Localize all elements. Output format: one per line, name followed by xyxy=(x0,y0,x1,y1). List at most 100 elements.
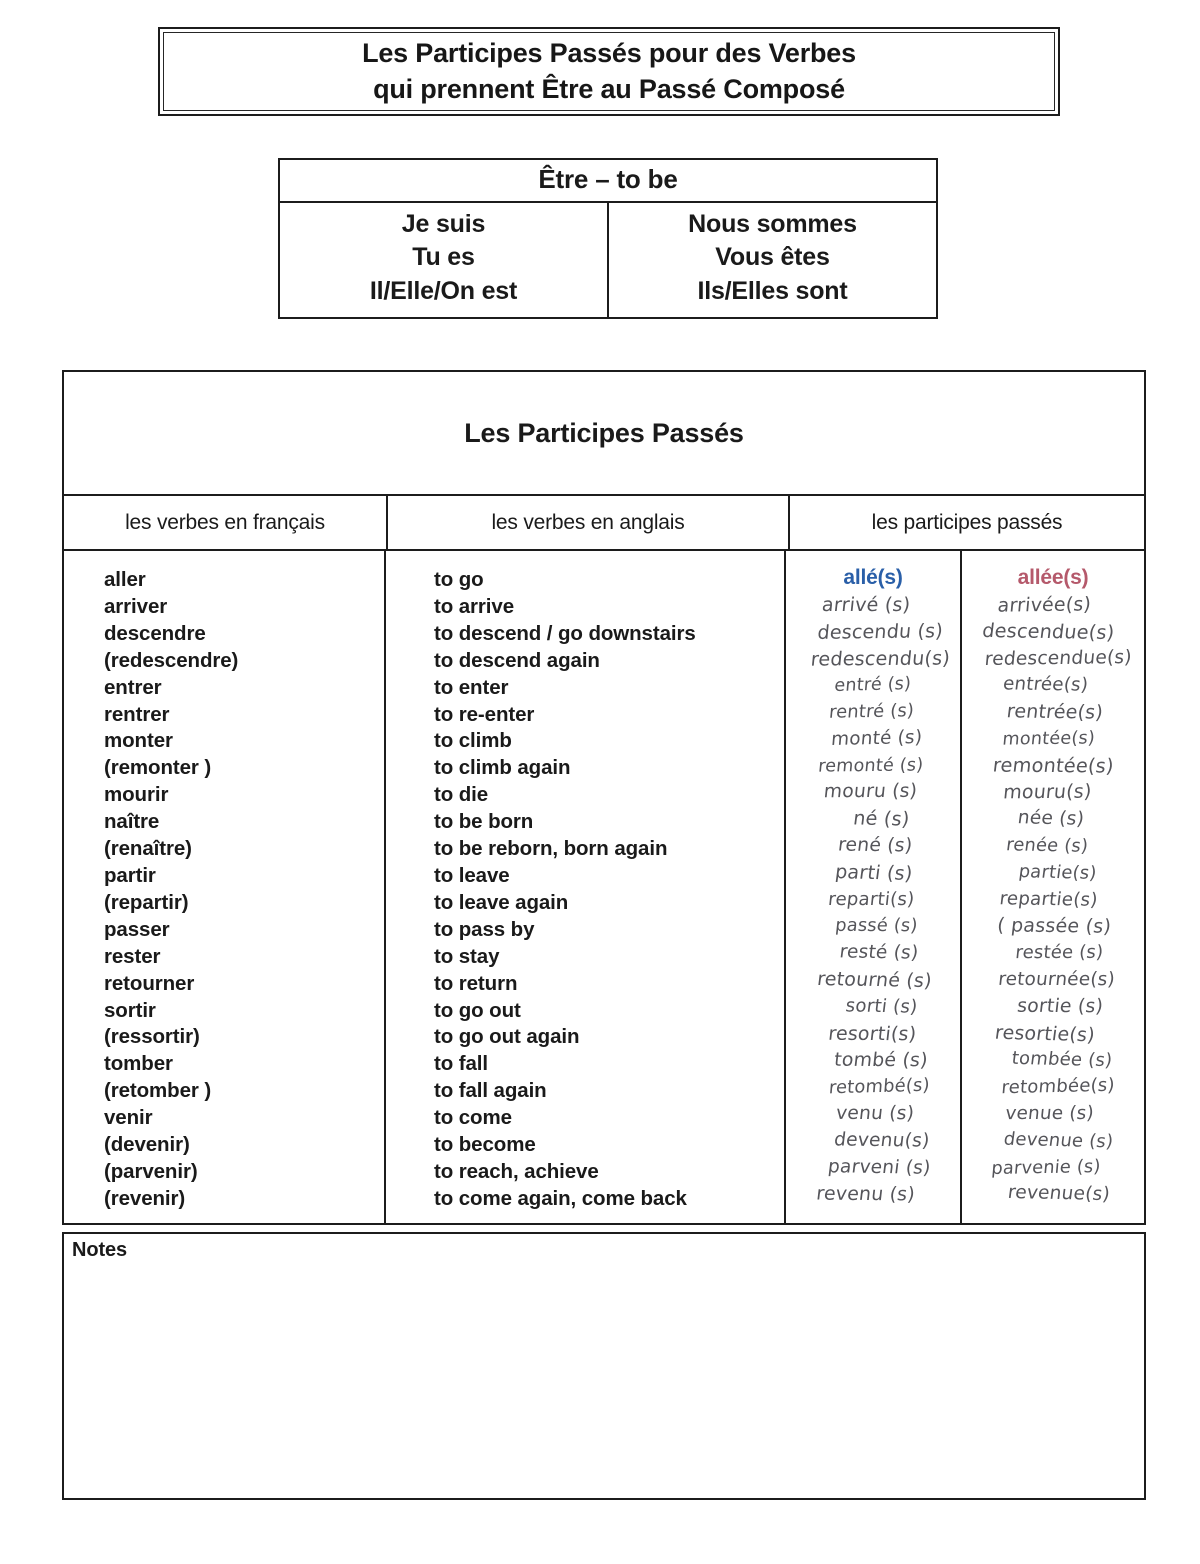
french-verb: monter xyxy=(104,729,173,753)
feminine-participle: parvenie (s) xyxy=(990,1156,1102,1179)
english-verb: to go xyxy=(434,568,484,591)
french-verb: (revenir) xyxy=(104,1186,186,1210)
etre-table-body: Je suis Tu es Il/Elle/On est Nous sommes… xyxy=(280,203,936,317)
feminine-participle: devenue (s) xyxy=(1002,1128,1115,1153)
masculine-participle: entré (s) xyxy=(833,674,912,697)
etre-conjugation-row: Tu es xyxy=(412,243,475,272)
participles-table-title: Les Participes Passés xyxy=(464,417,744,448)
feminine-participle: descendue(s) xyxy=(980,618,1116,644)
etre-conjugation-row: Vous êtes xyxy=(715,243,830,272)
notes-box[interactable]: Notes xyxy=(62,1232,1146,1500)
feminine-participles-column: allée(s) arrivée(s) descendue(s) redescend… xyxy=(962,551,1144,1223)
english-verb: to leave again xyxy=(434,890,569,914)
etre-conjugation-table: Être – to be Je suis Tu es Il/Elle/On es… xyxy=(278,158,938,319)
masculine-participle: descendu (s) xyxy=(816,619,945,644)
english-verb: to be born xyxy=(434,810,534,834)
feminine-participle: entrée(s) xyxy=(1001,673,1089,696)
masculine-participle: reparti(s) xyxy=(827,888,916,910)
french-verb: partir xyxy=(104,863,156,887)
masculine-participle: arrivé (s) xyxy=(820,593,912,616)
worksheet-title-box: Les Participes Passés pour des Verbes qu… xyxy=(158,27,1060,116)
french-verb: (renaître) xyxy=(104,837,192,861)
english-verb: to come xyxy=(434,1106,512,1130)
etre-conjugation-row: Nous sommes xyxy=(688,210,857,238)
french-verb: passer xyxy=(104,917,170,941)
english-verb: to become xyxy=(434,1133,536,1157)
english-verb: to pass by xyxy=(434,917,535,941)
feminine-participle: revenue(s) xyxy=(1006,1182,1112,1206)
feminine-participle: repartie(s) xyxy=(998,887,1099,911)
french-verb: (devenir) xyxy=(104,1133,190,1157)
french-verb: (ressortir) xyxy=(104,1025,200,1049)
feminine-participle: mouru(s) xyxy=(1002,781,1093,804)
masculine-participle: monté (s) xyxy=(829,726,923,750)
feminine-participle: retombée(s) xyxy=(1000,1075,1116,1099)
masculine-participle: mouru (s) xyxy=(823,781,919,803)
french-verb: entrer xyxy=(104,675,162,699)
etre-plural-column: Nous sommes Vous êtes Ils/Elles sont xyxy=(609,203,936,317)
masculine-participle: passé (s) xyxy=(834,915,919,937)
etre-conjugation-row: Ils/Elles sont xyxy=(697,276,848,305)
french-verb: venir xyxy=(104,1106,153,1130)
etre-table-heading: Être – to be xyxy=(280,160,936,203)
english-verb: to reach, achieve xyxy=(434,1159,599,1183)
french-verb: aller xyxy=(104,568,146,591)
french-verb: (remonter ) xyxy=(104,756,212,780)
masculine-participle: sorti (s) xyxy=(844,995,919,1018)
participles-table-body: aller arriver descendre (redescendre) entrer… xyxy=(64,551,1144,1223)
masculine-participle: venu (s) xyxy=(835,1102,916,1125)
french-verb: mourir xyxy=(104,783,169,807)
french-verb: arriver xyxy=(104,594,168,618)
column-header-french: les verbes en français xyxy=(64,496,388,549)
etre-conjugation-row: Je suis xyxy=(401,210,486,238)
column-header-participles: les participes passés xyxy=(871,510,1063,534)
english-verb: to climb again xyxy=(434,756,571,780)
english-verb: to go out again xyxy=(434,1025,580,1049)
masculine-participle: retourné (s) xyxy=(815,968,933,993)
masculine-participle: revenu (s) xyxy=(815,1183,916,1206)
feminine-participle: sortie (s) xyxy=(1016,995,1105,1018)
etre-conjugation-row: Il/Elle/On est xyxy=(369,276,518,305)
french-verb: naître xyxy=(104,810,160,834)
french-verb: (redescendre) xyxy=(104,648,239,672)
english-verb: to climb xyxy=(434,729,512,753)
feminine-participle: remontée(s) xyxy=(991,753,1115,778)
feminine-participle: arrivée(s) xyxy=(997,593,1093,617)
english-verb: to re-enter xyxy=(434,702,535,726)
participles-table: Les Participes Passés les verbes en fran… xyxy=(62,370,1146,1225)
etre-singular-column: Je suis Tu es Il/Elle/On est xyxy=(280,203,609,317)
feminine-participle: née (s) xyxy=(1016,807,1086,831)
english-verb: to arrive xyxy=(434,594,514,618)
masculine-participle: devenu(s) xyxy=(833,1129,932,1152)
masculine-participle: rentré (s) xyxy=(827,700,915,723)
feminine-participle: montée(s) xyxy=(1001,728,1096,750)
feminine-participle: redescendue(s) xyxy=(983,646,1133,670)
worksheet-title-line-1: Les Participes Passés pour des Verbes xyxy=(362,37,856,68)
french-verb: retourner xyxy=(104,971,195,995)
feminine-participle: restée (s) xyxy=(1014,942,1105,964)
masculine-participle: resorti(s) xyxy=(827,1022,918,1045)
english-verb: to die xyxy=(434,783,489,807)
english-verbs-column: to go to arrive to descend / go downstairs… xyxy=(386,551,786,1223)
french-verb: (retomber ) xyxy=(104,1079,212,1103)
french-verb: descendre xyxy=(104,621,206,645)
participles-table-title-band: Les Participes Passés xyxy=(64,372,1144,496)
column-header-english: les verbes en anglais xyxy=(388,496,790,549)
feminine-participle: renée (s) xyxy=(1005,834,1090,857)
english-verb: to leave xyxy=(434,863,510,887)
english-verb: to come again, come back xyxy=(434,1186,687,1210)
notes-label: Notes xyxy=(72,1239,128,1261)
english-verb: to enter xyxy=(434,675,509,699)
feminine-participle: tombée (s) xyxy=(1010,1048,1114,1072)
worksheet-title-inner: Les Participes Passés pour des Verbes qu… xyxy=(163,32,1055,111)
french-verb: (repartir) xyxy=(104,890,189,914)
feminine-participle: resortie(s) xyxy=(993,1021,1097,1046)
english-verb: to fall again xyxy=(434,1079,547,1103)
feminine-participle: venue (s) xyxy=(1004,1102,1095,1125)
masculine-participle: parti (s) xyxy=(834,859,915,885)
english-verb: to go out xyxy=(434,998,521,1022)
masculine-participle: retombé(s) xyxy=(827,1074,931,1099)
english-verb: to descend / go downstairs xyxy=(434,621,696,645)
worksheet-title-line-2: qui prennent Être au Passé Composé xyxy=(373,73,845,104)
french-verb: sortir xyxy=(104,998,156,1022)
